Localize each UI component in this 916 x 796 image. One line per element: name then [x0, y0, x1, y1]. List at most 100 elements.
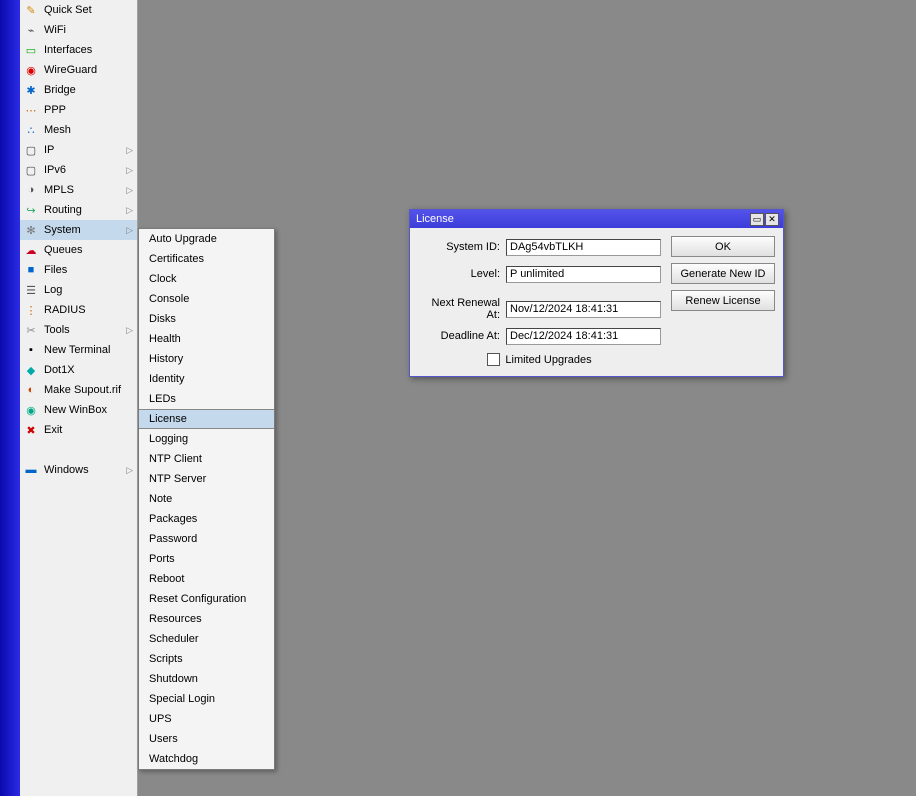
renewal-field[interactable]: Nov/12/2024 18:41:31	[506, 301, 661, 318]
submenu-item-scripts[interactable]: Scripts	[139, 649, 274, 669]
submenu-item-disks[interactable]: Disks	[139, 309, 274, 329]
submenu-item-identity[interactable]: Identity	[139, 369, 274, 389]
deadline-field[interactable]: Dec/12/2024 18:41:31	[506, 328, 661, 345]
submenu-item-ports[interactable]: Ports	[139, 549, 274, 569]
sidebar-item-new-terminal[interactable]: ▪New Terminal	[20, 340, 137, 360]
sidebar-item-label: RADIUS	[44, 304, 133, 316]
new-winbox-icon: ◉	[24, 403, 38, 417]
system-submenu: Auto UpgradeCertificatesClockConsoleDisk…	[138, 228, 275, 770]
submenu-item-clock[interactable]: Clock	[139, 269, 274, 289]
level-label: Level:	[418, 268, 506, 280]
sidebar-item-ip[interactable]: ▢IP▷	[20, 140, 137, 160]
sidebar-item-bridge[interactable]: ✱Bridge	[20, 80, 137, 100]
submenu-item-shutdown[interactable]: Shutdown	[139, 669, 274, 689]
files-icon: ■	[24, 263, 38, 277]
submenu-item-special-login[interactable]: Special Login	[139, 689, 274, 709]
submenu-item-ups[interactable]: UPS	[139, 709, 274, 729]
sidebar-item-interfaces[interactable]: ▭ Interfaces	[20, 40, 137, 60]
submenu-item-license[interactable]: License	[139, 409, 274, 429]
ppp-icon: ⋯	[24, 103, 38, 117]
make-supout-rif-icon: ◐	[24, 383, 38, 397]
routing-icon: ↪	[24, 203, 38, 217]
submenu-item-scheduler[interactable]: Scheduler	[139, 629, 274, 649]
sidebar-item-label: Interfaces	[44, 44, 133, 56]
sidebar-item-label: MPLS	[44, 184, 133, 196]
sidebar-item-label: Log	[44, 284, 133, 296]
submenu-item-packages[interactable]: Packages	[139, 509, 274, 529]
limited-upgrades-checkbox[interactable]	[487, 353, 500, 366]
sidebar: ✎ Quick Set ⌁ WiFi ▭ Interfaces ◉WireGuard✱Bri…	[20, 0, 138, 796]
sidebar-item-label: Windows	[44, 464, 133, 476]
submenu-item-history[interactable]: History	[139, 349, 274, 369]
sidebar-item-label: IPv6	[44, 164, 133, 176]
submenu-item-users[interactable]: Users	[139, 729, 274, 749]
sidebar-item-dot1x[interactable]: ◆Dot1X	[20, 360, 137, 380]
sidebar-item-label: Routing	[44, 204, 133, 216]
sidebar-item-label: Exit	[44, 424, 133, 436]
wireguard-icon: ◉	[24, 63, 38, 77]
ip-icon: ▢	[24, 143, 38, 157]
license-dialog: License ▭ ✕ System ID: DAg54vbTLKH Level…	[409, 209, 784, 377]
sidebar-item-quick-set[interactable]: ✎ Quick Set	[20, 0, 137, 20]
tools-icon: ✂	[24, 323, 38, 337]
submenu-item-reset-configuration[interactable]: Reset Configuration	[139, 589, 274, 609]
sidebar-item-system[interactable]: ✻System▷	[20, 220, 137, 240]
bridge-icon: ✱	[24, 83, 38, 97]
sidebar-item-queues[interactable]: ☁Queues	[20, 240, 137, 260]
sidebar-item-wireguard[interactable]: ◉WireGuard	[20, 60, 137, 80]
submenu-item-certificates[interactable]: Certificates	[139, 249, 274, 269]
dot1x-icon: ◆	[24, 363, 38, 377]
submenu-item-note[interactable]: Note	[139, 489, 274, 509]
sidebar-item-mesh[interactable]: ∴Mesh	[20, 120, 137, 140]
submenu-item-ntp-server[interactable]: NTP Server	[139, 469, 274, 489]
sidebar-item-routing[interactable]: ↪Routing▷	[20, 200, 137, 220]
submenu-item-reboot[interactable]: Reboot	[139, 569, 274, 589]
ok-button[interactable]: OK	[671, 236, 775, 257]
sidebar-item-tools[interactable]: ✂Tools▷	[20, 320, 137, 340]
sidebar-item-wifi[interactable]: ⌁ WiFi	[20, 20, 137, 40]
sidebar-item-radius[interactable]: ⋮ RADIUS	[20, 300, 137, 320]
sidebar-item-log[interactable]: ☰ Log	[20, 280, 137, 300]
sidebar-item-label: IP	[44, 144, 133, 156]
dialog-title: License	[416, 213, 749, 225]
interfaces-icon: ▭	[24, 43, 38, 57]
log-icon: ☰	[24, 283, 38, 297]
sidebar-item-label: Tools	[44, 324, 133, 336]
submenu-item-health[interactable]: Health	[139, 329, 274, 349]
submenu-item-watchdog[interactable]: Watchdog	[139, 749, 274, 769]
submenu-item-console[interactable]: Console	[139, 289, 274, 309]
generate-new-id-button[interactable]: Generate New ID	[671, 263, 775, 284]
radius-icon: ⋮	[24, 303, 38, 317]
submenu-item-resources[interactable]: Resources	[139, 609, 274, 629]
close-icon[interactable]: ✕	[765, 213, 779, 226]
level-field[interactable]: P unlimited	[506, 266, 661, 283]
sidebar-item-make-supout-rif[interactable]: ◐Make Supout.rif	[20, 380, 137, 400]
sidebar-item-ipv6[interactable]: ▢IPv6▷	[20, 160, 137, 180]
sidebar-item-label: WiFi	[44, 24, 133, 36]
sidebar-item-windows[interactable]: ▬Windows▷	[20, 460, 137, 480]
sidebar-item-exit[interactable]: ✖Exit	[20, 420, 137, 440]
sidebar-item-mpls[interactable]: ◑MPLS▷	[20, 180, 137, 200]
sidebar-item-ppp[interactable]: ⋯PPP	[20, 100, 137, 120]
submenu-item-auto-upgrade[interactable]: Auto Upgrade	[139, 229, 274, 249]
submenu-item-ntp-client[interactable]: NTP Client	[139, 449, 274, 469]
mpls-icon: ◑	[24, 183, 38, 197]
sidebar-separator	[20, 440, 137, 460]
submenu-arrow-icon: ▷	[126, 465, 133, 476]
sidebar-item-label: Quick Set	[44, 4, 133, 16]
sidebar-item-label: New WinBox	[44, 404, 133, 416]
submenu-item-leds[interactable]: LEDs	[139, 389, 274, 409]
sidebar-item-files[interactable]: ■Files	[20, 260, 137, 280]
submenu-item-logging[interactable]: Logging	[139, 429, 274, 449]
mesh-icon: ∴	[24, 123, 38, 137]
dialog-titlebar[interactable]: License ▭ ✕	[410, 210, 783, 228]
system-icon: ✻	[24, 223, 38, 237]
sidebar-item-new-winbox[interactable]: ◉ New WinBox	[20, 400, 137, 420]
renew-license-button[interactable]: Renew License	[671, 290, 775, 311]
quick-set-icon: ✎	[24, 3, 38, 17]
minimize-icon[interactable]: ▭	[750, 213, 764, 226]
wifi-icon: ⌁	[24, 23, 38, 37]
submenu-item-password[interactable]: Password	[139, 529, 274, 549]
left-accent-bar	[0, 0, 20, 796]
system-id-field[interactable]: DAg54vbTLKH	[506, 239, 661, 256]
